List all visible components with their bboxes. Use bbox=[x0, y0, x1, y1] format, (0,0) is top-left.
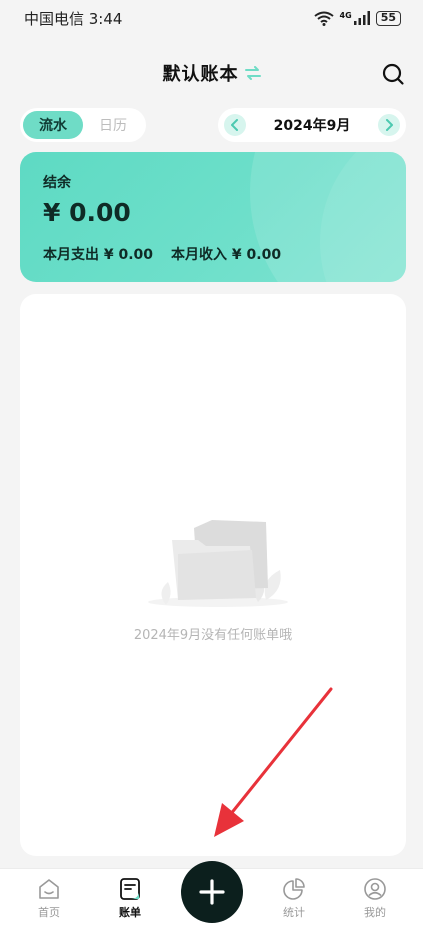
monthly-expense: 本月支出 ¥ 0.00 bbox=[43, 247, 154, 263]
carrier-time: 中国电信 3:44 bbox=[24, 9, 123, 28]
prev-month-button[interactable] bbox=[224, 114, 246, 136]
add-bill-button[interactable] bbox=[181, 861, 243, 923]
tab-bills[interactable]: 账单 bbox=[100, 877, 160, 920]
status-bar: 中国电信 3:44 4G 55 bbox=[0, 0, 423, 36]
home-icon bbox=[39, 879, 59, 899]
view-toggle: 流水 日历 bbox=[20, 108, 146, 142]
tab-home[interactable]: 首页 bbox=[19, 877, 79, 920]
tab-profile-label: 我的 bbox=[364, 906, 386, 919]
empty-message: 2024年9月没有任何账单哦 bbox=[133, 628, 293, 643]
app-header: 默认账本 bbox=[0, 52, 423, 94]
bill-list: 2024年9月没有任何账单哦 bbox=[20, 294, 406, 856]
book-title[interactable]: 默认账本 bbox=[163, 60, 239, 86]
chevron-left-icon bbox=[231, 119, 238, 131]
network-label: 4G bbox=[339, 10, 352, 20]
monthly-income: 本月收入 ¥ 0.00 bbox=[171, 247, 282, 263]
monthly-stats: 本月支出 ¥ 0.00 本月收入 ¥ 0.00 bbox=[43, 244, 281, 264]
swap-arrows-icon[interactable] bbox=[244, 66, 261, 80]
bill-icon bbox=[120, 878, 140, 900]
tab-stats[interactable]: 统计 bbox=[264, 877, 324, 920]
wifi-icon bbox=[313, 11, 334, 26]
status-icons: 4G 55 bbox=[313, 10, 401, 26]
signal-icon bbox=[353, 11, 370, 25]
next-month-button[interactable] bbox=[378, 114, 400, 136]
balance-label: 结余 bbox=[43, 175, 71, 191]
plus-icon bbox=[199, 879, 225, 905]
month-label[interactable]: 2024年9月 bbox=[274, 115, 351, 135]
chevron-right-icon bbox=[386, 119, 393, 131]
tab-calendar[interactable]: 日历 bbox=[83, 111, 143, 139]
balance-amount: ¥ 0.00 bbox=[43, 198, 131, 227]
tab-flow[interactable]: 流水 bbox=[23, 111, 83, 139]
search-icon[interactable] bbox=[381, 62, 405, 86]
tab-profile[interactable]: 我的 bbox=[345, 877, 405, 920]
tab-stats-label: 统计 bbox=[283, 906, 305, 919]
tab-bills-label: 账单 bbox=[119, 906, 141, 919]
empty-folder-icon bbox=[148, 520, 288, 607]
battery-indicator: 55 bbox=[375, 10, 401, 26]
profile-icon bbox=[364, 878, 386, 900]
pie-chart-icon bbox=[283, 878, 305, 900]
balance-card[interactable]: 结余 ¥ 0.00 本月支出 ¥ 0.00 本月收入 ¥ 0.00 bbox=[20, 152, 406, 282]
month-picker: 2024年9月 bbox=[218, 108, 406, 142]
tab-home-label: 首页 bbox=[38, 906, 60, 919]
